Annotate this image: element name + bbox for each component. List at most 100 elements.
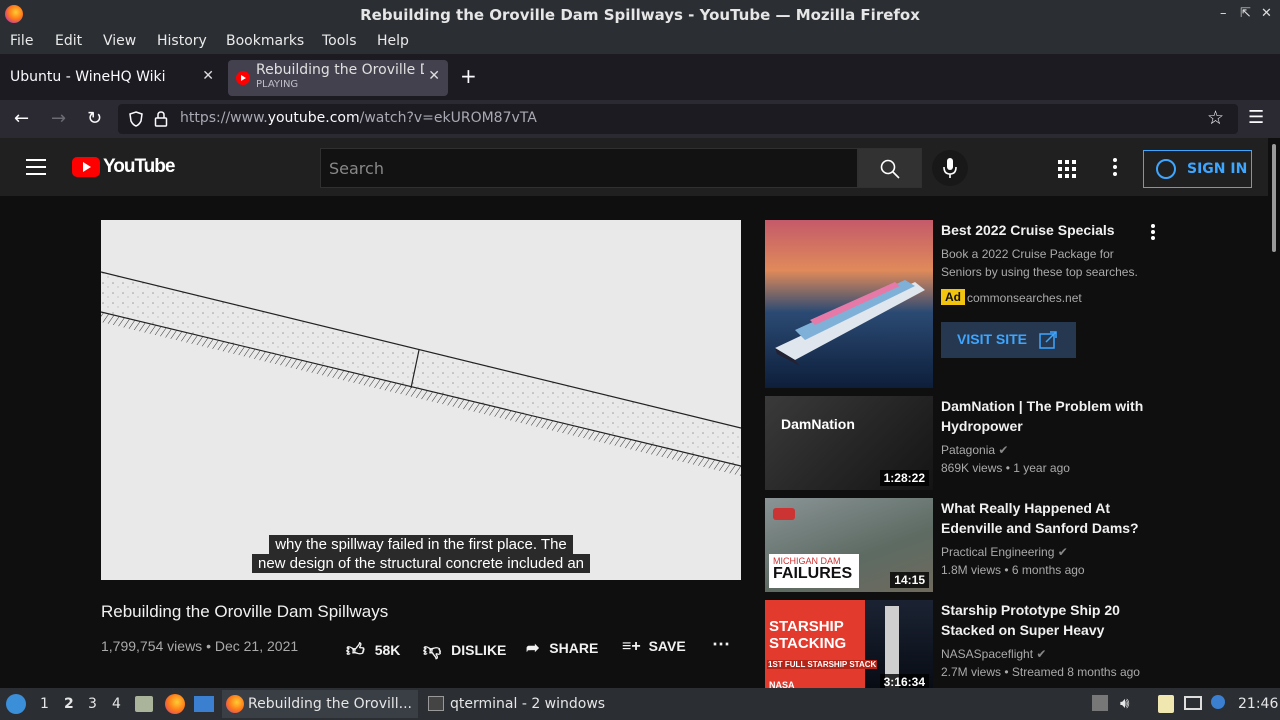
share-icon: ➦: [526, 640, 540, 657]
visit-site-button[interactable]: VISIT SITE: [941, 322, 1076, 358]
caption-line-1: why the spillway failed in the first pla…: [101, 535, 741, 554]
scrollbar-thumb[interactable]: [1272, 144, 1276, 252]
search-input[interactable]: Search: [320, 148, 858, 188]
tab-youtube[interactable]: Rebuilding the Oroville Dam Spillways PL…: [228, 60, 448, 96]
tray-eject-icon[interactable]: [1092, 695, 1108, 711]
bookmark-star-icon[interactable]: ☆: [1207, 107, 1224, 129]
menu-edit[interactable]: Edit: [55, 33, 82, 49]
related-title[interactable]: What Really Happened At Edenville and Sa…: [941, 498, 1146, 538]
like-button[interactable]: 👍︎ 58K: [346, 638, 400, 660]
youtube-logo-text[interactable]: YouTube: [103, 156, 175, 178]
menu-bookmarks[interactable]: Bookmarks: [226, 33, 304, 49]
tracking-shield-icon[interactable]: [128, 111, 144, 127]
firefox-launcher-icon[interactable]: [165, 694, 185, 714]
related-title-line: DamNation | The Problem with: [941, 398, 1144, 414]
task-label: Rebuilding the Orovill...: [248, 696, 413, 712]
save-button[interactable]: ≡+ SAVE: [622, 638, 686, 656]
ad-thumbnail[interactable]: [765, 220, 933, 388]
workspace-2[interactable]: 2: [64, 696, 74, 712]
close-window-icon[interactable]: ✕: [1261, 6, 1272, 21]
related-title[interactable]: DamNation | The Problem with Hydropower: [941, 396, 1146, 436]
video-player[interactable]: why the spillway failed in the first pla…: [101, 220, 741, 580]
forward-icon[interactable]: →: [51, 108, 66, 129]
apps-grid-icon[interactable]: [1058, 160, 1076, 178]
search-button[interactable]: [858, 148, 922, 188]
youtube-logo-icon[interactable]: [72, 157, 100, 177]
sign-in-button[interactable]: SIGN IN: [1143, 150, 1252, 188]
network-icon[interactable]: [1184, 696, 1202, 710]
more-actions-icon[interactable]: ⋯: [712, 634, 730, 655]
tab-winehq[interactable]: Ubuntu - WineHQ Wiki ✕: [0, 60, 222, 96]
settings-more-icon[interactable]: [1113, 158, 1117, 179]
dislike-button[interactable]: 👎︎ DISLIKE: [423, 638, 506, 660]
app-menu-icon[interactable]: ☰: [1248, 107, 1264, 128]
ad-menu-icon[interactable]: [1151, 224, 1155, 240]
maximize-icon[interactable]: ⇱: [1240, 6, 1251, 21]
video-duration: 3:16:34: [879, 674, 929, 688]
menu-bar: File Edit View History Bookmarks Tools H…: [0, 30, 1280, 54]
guide-menu-icon[interactable]: [26, 159, 46, 175]
related-title-line: Hydropower: [941, 418, 1023, 434]
minimize-icon[interactable]: –: [1220, 6, 1227, 21]
menu-view[interactable]: View: [103, 33, 136, 49]
volume-icon[interactable]: 🔊︎: [1120, 694, 1129, 712]
workspace-1[interactable]: 1: [40, 696, 49, 712]
page-scrollbar[interactable]: [1268, 138, 1280, 688]
clipboard-icon[interactable]: [1158, 695, 1174, 713]
workspace-3[interactable]: 3: [88, 696, 97, 712]
thumbnail-text: STACKING: [769, 635, 847, 652]
desktop-icon[interactable]: [194, 696, 214, 712]
related-title-line: Starship Prototype Ship 20: [941, 602, 1120, 618]
cruise-ship-image: [765, 220, 933, 388]
tab-label: Ubuntu - WineHQ Wiki: [10, 69, 166, 85]
related-thumbnail[interactable]: MICHIGAN DAM FAILURES 14:15: [765, 498, 933, 592]
related-channel[interactable]: Practical Engineering ✔: [941, 545, 1068, 559]
start-menu-icon[interactable]: [6, 694, 26, 714]
related-thumbnail[interactable]: DamNation 1:28:22: [765, 396, 933, 490]
url-bar[interactable]: https://www.youtube.com/watch?v=ekUROM87…: [118, 104, 1238, 134]
sign-in-label: SIGN IN: [1187, 161, 1248, 177]
verified-icon: ✔: [1036, 647, 1047, 661]
playlist-add-icon: ≡+: [622, 638, 641, 655]
youtube-header: YouTube Search SIGN IN: [0, 138, 1268, 196]
ad-title[interactable]: Best 2022 Cruise Specials: [941, 220, 1146, 240]
video-meta: 1,799,754 views • Dec 21, 2021: [101, 638, 299, 654]
back-icon[interactable]: ←: [14, 108, 29, 129]
related-thumbnail[interactable]: STARSHIP STACKING 1ST FULL STARSHIP STAC…: [765, 600, 933, 688]
channel-name: Patagonia: [941, 443, 996, 457]
share-button[interactable]: ➦ SHARE: [526, 638, 598, 658]
thumbnail-text: STARSHIP: [769, 618, 844, 635]
url-text[interactable]: https://www.youtube.com/watch?v=ekUROM87…: [180, 110, 537, 126]
taskbar-qterminal[interactable]: qterminal - 2 windows: [424, 690, 614, 718]
close-tab-icon[interactable]: ✕: [428, 68, 440, 84]
thumbs-down-icon: 👎︎: [423, 640, 442, 660]
menu-history[interactable]: History: [157, 33, 207, 49]
microphone-icon[interactable]: [932, 150, 968, 186]
url-prefix: https://www.: [180, 110, 268, 126]
video-frame-drawing: [101, 271, 741, 476]
navigation-bar: ← → ↻ https://www.youtube.com/watch?v=ek…: [0, 100, 1280, 138]
lock-icon[interactable]: [154, 110, 168, 128]
related-channel[interactable]: NASASpaceflight ✔: [941, 647, 1046, 661]
taskbar-firefox-window[interactable]: Rebuilding the Orovill...: [222, 690, 418, 718]
related-title[interactable]: Starship Prototype Ship 20 Stacked on Su…: [941, 600, 1146, 640]
verified-icon: ✔: [998, 443, 1009, 457]
url-domain: youtube.com: [267, 110, 360, 126]
save-label: SAVE: [648, 638, 686, 654]
related-meta: 869K views • 1 year ago: [941, 461, 1070, 475]
menu-file[interactable]: File: [10, 33, 33, 49]
file-manager-icon[interactable]: [135, 696, 153, 712]
youtube-favicon-icon: [236, 71, 250, 85]
reload-icon[interactable]: ↻: [87, 108, 102, 129]
thumbs-up-icon: 👍︎: [346, 640, 365, 660]
clock: 21:46: [1238, 696, 1279, 712]
share-label: SHARE: [549, 640, 599, 656]
menu-tools[interactable]: Tools: [322, 33, 357, 49]
menu-help[interactable]: Help: [377, 33, 409, 49]
related-channel[interactable]: Patagonia ✔: [941, 443, 1008, 457]
workspace-4[interactable]: 4: [112, 696, 121, 712]
new-tab-icon[interactable]: +: [460, 64, 477, 88]
close-tab-icon[interactable]: ✕: [202, 68, 214, 84]
external-link-icon: [1039, 331, 1057, 349]
update-notifier-icon[interactable]: [1211, 695, 1225, 709]
